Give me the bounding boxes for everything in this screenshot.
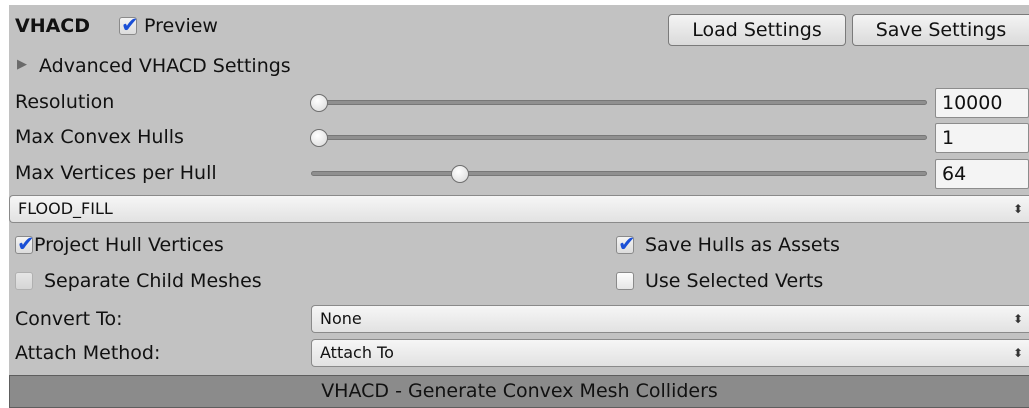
project-hull-vertices-label: Project Hull Vertices (34, 234, 224, 256)
mode-dropdown-value: FLOOD_FILL (18, 199, 113, 218)
resolution-input[interactable]: 10000 (935, 88, 1029, 118)
max-vertices-input[interactable]: 64 (935, 159, 1029, 189)
checkmark-icon: ✔ (121, 13, 139, 37)
resolution-slider-thumb[interactable] (310, 94, 328, 112)
max-convex-hulls-label: Max Convex Hulls (15, 126, 184, 148)
separate-child-meshes-label: Separate Child Meshes (44, 270, 262, 292)
attach-method-dropdown[interactable]: Attach To ⬍ (311, 339, 1029, 367)
use-selected-verts-label: Use Selected Verts (645, 270, 824, 292)
separate-child-meshes-checkbox[interactable] (15, 272, 33, 290)
mode-dropdown[interactable]: FLOOD_FILL ⬍ (9, 195, 1029, 223)
panel-title: VHACD (15, 15, 91, 37)
preview-label: Preview (144, 15, 218, 37)
generate-colliders-button[interactable]: VHACD - Generate Convex Mesh Colliders (9, 375, 1029, 408)
checkmark-icon: ✔ (618, 232, 636, 256)
attach-method-label: Attach Method: (15, 342, 161, 364)
convert-to-value: None (320, 309, 362, 328)
resolution-label: Resolution (15, 91, 115, 113)
load-settings-button[interactable]: Load Settings (668, 14, 846, 46)
dropdown-arrows-icon: ⬍ (1012, 202, 1023, 216)
checkmark-icon: ✔ (17, 232, 35, 256)
preview-checkbox[interactable]: ✔ (119, 13, 139, 37)
max-convex-hulls-input[interactable]: 1 (935, 123, 1029, 153)
max-convex-hulls-slider-track[interactable] (311, 135, 927, 140)
dropdown-arrows-icon: ⬍ (1012, 346, 1023, 360)
max-convex-hulls-slider-thumb[interactable] (310, 129, 328, 147)
advanced-settings-foldout[interactable]: Advanced VHACD Settings (39, 54, 291, 78)
attach-method-value: Attach To (320, 343, 394, 362)
foldout-triangle-icon[interactable]: ▶ (17, 57, 27, 73)
convert-to-label: Convert To: (15, 308, 123, 330)
vhacd-panel: VHACD ✔ Preview Load Settings Save Setti… (9, 5, 1029, 408)
project-hull-vertices-checkbox[interactable]: ✔ (15, 232, 35, 256)
resolution-slider-track[interactable] (311, 100, 927, 105)
max-vertices-slider-thumb[interactable] (451, 165, 469, 183)
max-vertices-label: Max Vertices per Hull (15, 162, 217, 184)
max-vertices-slider-track[interactable] (311, 171, 927, 176)
dropdown-arrows-icon: ⬍ (1012, 312, 1023, 326)
save-hulls-as-assets-checkbox[interactable]: ✔ (616, 232, 636, 256)
convert-to-dropdown[interactable]: None ⬍ (311, 305, 1029, 333)
save-settings-button[interactable]: Save Settings (852, 14, 1029, 46)
save-hulls-as-assets-label: Save Hulls as Assets (645, 234, 840, 256)
use-selected-verts-checkbox[interactable] (616, 272, 634, 290)
